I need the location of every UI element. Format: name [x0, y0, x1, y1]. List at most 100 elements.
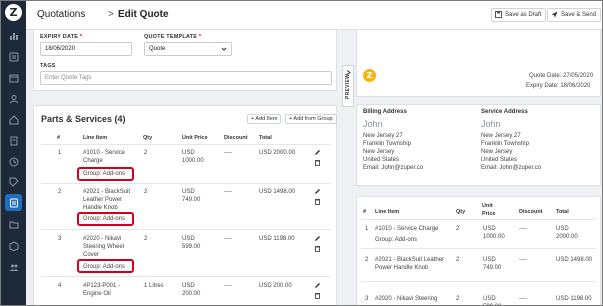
line-item-discount: ---- [224, 283, 232, 289]
service-email: Email: John@zuper.co [481, 165, 542, 171]
col-qty-header: Qty [143, 135, 153, 141]
edit-icon[interactable] [314, 282, 321, 289]
preview-line-item-name: #1010 - Service Charge [375, 226, 439, 232]
table-divider [41, 144, 331, 145]
invoices-icon[interactable] [9, 136, 19, 146]
add-item-button[interactable]: + Add Item [247, 114, 282, 124]
group-highlight [77, 259, 134, 273]
preview-row-number: 1 [365, 226, 369, 232]
team-icon[interactable] [9, 262, 19, 272]
group-highlight [77, 212, 134, 226]
preview-row-number: 3 [365, 296, 369, 302]
line-item-discount: ---- [224, 150, 232, 156]
dashboard-icon[interactable] [9, 31, 19, 41]
tag-icon[interactable] [9, 177, 19, 187]
preview-line-item-unit-price: USD 749.00 [483, 257, 502, 271]
edit-icon[interactable] [314, 188, 321, 195]
tags-placeholder: Enter Quote Tags [45, 75, 92, 81]
line-item-unit-price: USD 1000.00 [182, 150, 204, 164]
preview-col-qty: Qty [456, 209, 466, 215]
col-unit-price-header: Unit Price [182, 135, 208, 141]
parts-services-title: Parts & Services (4) [41, 114, 126, 124]
quotes-icon[interactable] [9, 198, 19, 208]
billing-line: New Jersey 27 [363, 133, 403, 139]
jobs-icon[interactable] [9, 52, 19, 62]
expiry-date-input[interactable]: 18/06/2020 [40, 42, 132, 56]
billing-line: United States [363, 157, 400, 163]
line-item-qty: 2 [144, 150, 148, 156]
line-item-qty: 1 Litres [144, 283, 164, 289]
send-icon [551, 11, 558, 18]
preview-line-item-qty: 2 [456, 257, 460, 263]
quote-details-card: EXPIRY DATE * 18/06/2020 QUOTE TEMPLATE … [33, 29, 337, 91]
preview-line-item-group: Group: Add-ons [375, 237, 418, 243]
breadcrumb-separator: > [108, 9, 114, 20]
col-line-item-header: Line Item [83, 135, 108, 141]
billing-name: John [363, 119, 383, 129]
add-from-group-button[interactable]: + Add from Group [285, 114, 337, 124]
delete-icon[interactable] [314, 245, 321, 252]
save-as-draft-button[interactable]: Save as Draft [491, 8, 547, 22]
edit-icon[interactable] [314, 235, 321, 242]
preview-row-number: 2 [365, 257, 369, 263]
line-item-qty: 2 [144, 189, 148, 195]
line-item-unit-price: USD 749.00 [182, 189, 201, 203]
customers-icon[interactable] [9, 94, 19, 104]
line-item-discount: ---- [224, 236, 232, 242]
service-line: United States [481, 157, 518, 163]
line-item-total: USD 2000.00 [259, 150, 296, 156]
inventory-icon[interactable] [9, 241, 19, 251]
row-number: 3 [58, 236, 62, 242]
row-number: 4 [58, 283, 62, 289]
col-total-header: Total [259, 135, 272, 141]
line-item-total: USD 1498.00 [259, 189, 296, 195]
properties-icon[interactable] [9, 115, 19, 125]
row-number: 1 [58, 150, 62, 156]
preview-line-item-discount: ---- [519, 226, 527, 232]
preview-line-item-total: USD 1198.00 [556, 296, 592, 302]
expiry-date-label: EXPIRY DATE * [40, 34, 83, 40]
row-number: 2 [58, 189, 62, 195]
sidebar: Z [1, 1, 26, 305]
line-item-name: #P123-P001 - Engine Oil [83, 283, 121, 297]
preview-col-discount: Discount [519, 209, 543, 215]
preview-expiry-date: Expiry Date: 18/06/2020 [526, 83, 591, 89]
delete-icon[interactable] [314, 292, 321, 299]
calendar-icon[interactable] [9, 73, 19, 83]
company-logo: Z [363, 69, 376, 82]
col-number-header: # [57, 135, 61, 141]
row-divider [41, 229, 331, 230]
preview-line-item-total: USD 1498.00 [556, 257, 593, 263]
group-highlight [77, 167, 134, 181]
billing-line: New Jersey [363, 149, 395, 155]
line-item-unit-price: USD 599.00 [182, 236, 201, 250]
delete-icon[interactable] [314, 159, 321, 166]
page-header: Quotations > Edit Quote Save as Draft Sa… [26, 1, 602, 30]
preview-line-item-qty: 2 [456, 296, 460, 302]
breadcrumb-quotations[interactable]: Quotations [37, 9, 85, 20]
save-and-send-button[interactable]: Save & Send [547, 8, 602, 22]
app-logo: Z [5, 4, 22, 21]
preview-line-item-name: #2021 - BlackSuit Leather Power Handle K… [375, 257, 445, 271]
timesheet-icon[interactable] [9, 157, 19, 167]
line-item-unit-price: USD 200.00 [182, 283, 201, 297]
service-name: John [481, 119, 501, 129]
preview-col-total: Total [556, 209, 569, 215]
preview-col-number: # [363, 209, 367, 215]
tags-input[interactable]: Enter Quote Tags [40, 71, 332, 85]
line-item-total: USD 1198.00 [259, 236, 295, 242]
preview-tab-label: PREVIEW [345, 73, 351, 99]
service-address-label: Service Address [481, 109, 528, 115]
folder-icon[interactable] [9, 220, 19, 230]
quote-template-select[interactable]: Quote [144, 42, 232, 56]
delete-icon[interactable] [314, 198, 321, 205]
preview-line-item-unit-price: USD 599.00 [483, 296, 501, 305]
preview-line-item-qty: 2 [456, 226, 460, 232]
service-line: New Jersey [481, 149, 513, 155]
line-item-name: #2021 - BlackSuit Leather Power Handle K… [83, 189, 131, 211]
preview-row-divider [361, 281, 596, 282]
preview-col-line-item: Line Item [375, 209, 400, 215]
line-item-name: #2020 - Nikavi Steering Wheel Cover [83, 236, 125, 258]
preview-line-item-name: #2020 - Nikavi Steering [375, 296, 438, 302]
edit-icon[interactable] [314, 149, 321, 156]
